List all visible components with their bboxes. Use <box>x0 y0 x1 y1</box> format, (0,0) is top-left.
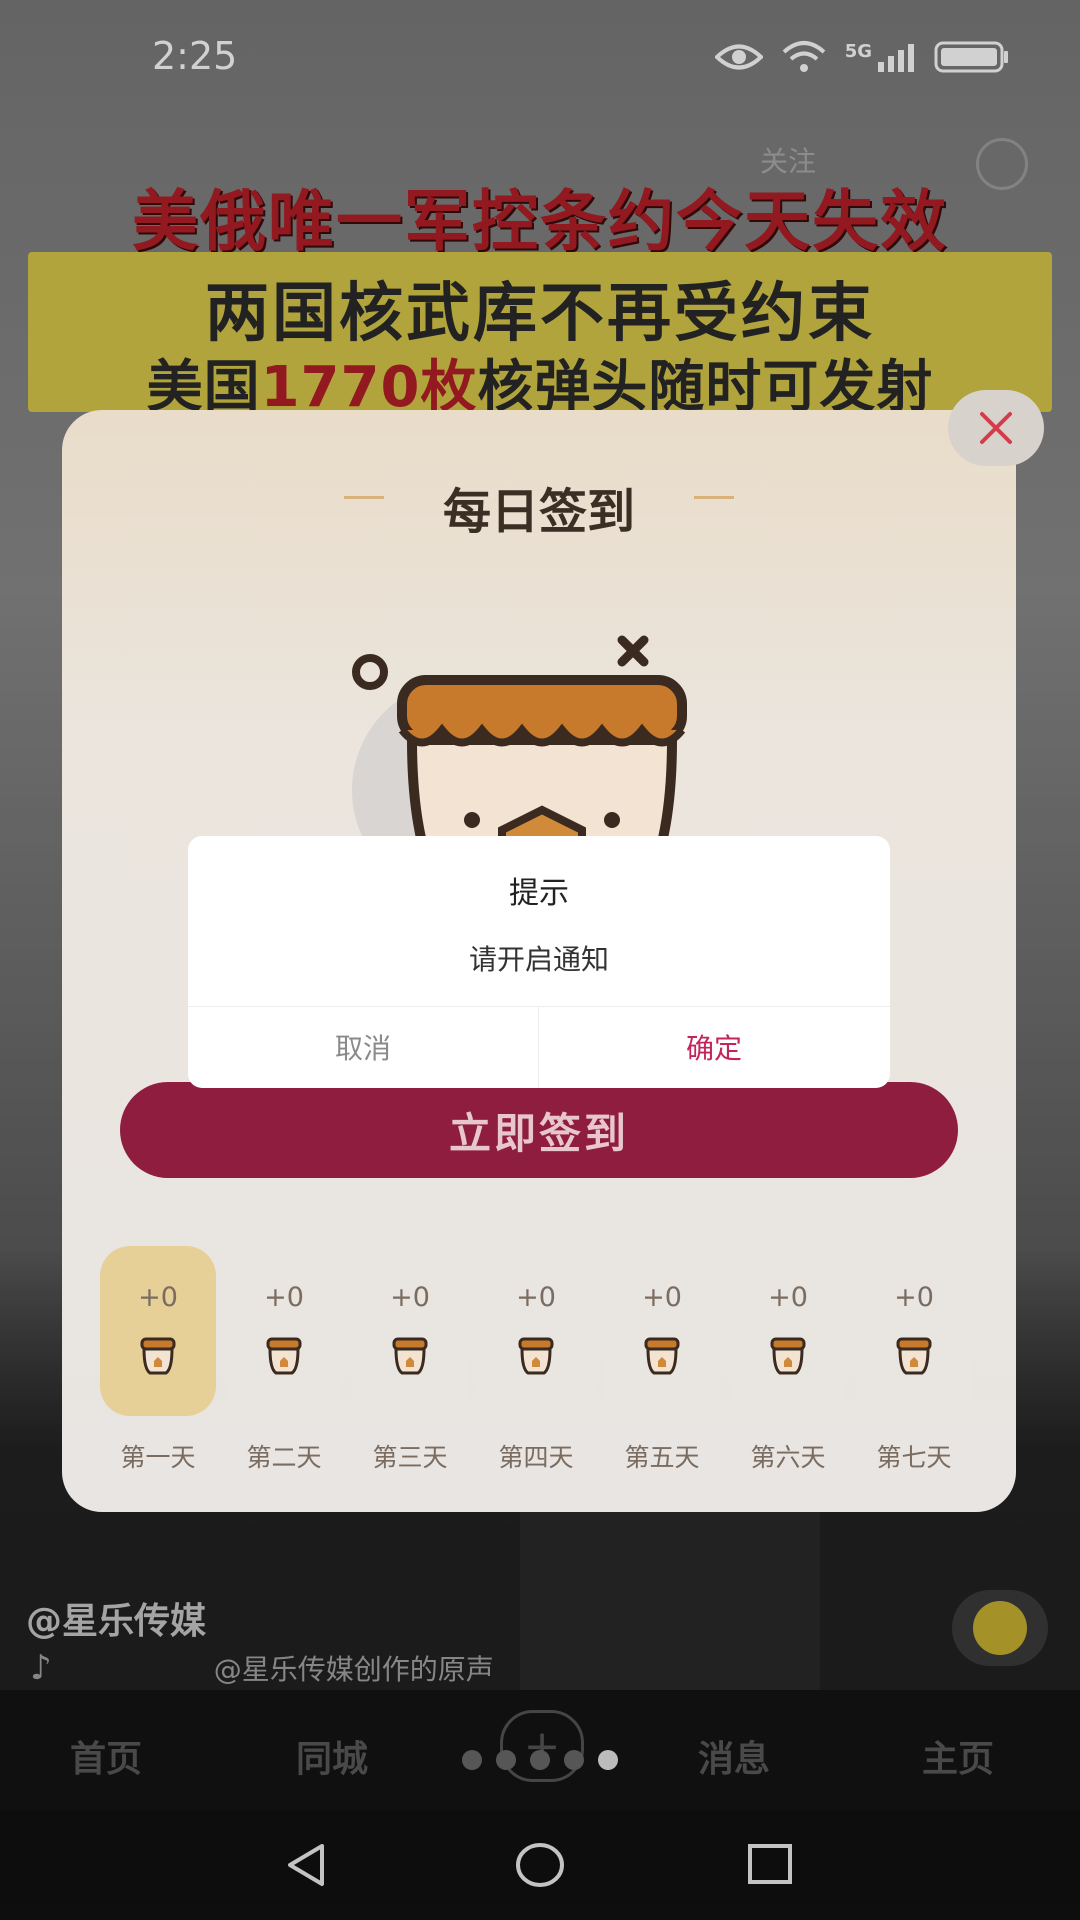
day-cell-5[interactable]: +0 第五天 <box>604 1246 720 1474</box>
day-box: +0 <box>730 1246 846 1416</box>
day-cell-4[interactable]: +0 第四天 <box>478 1246 594 1474</box>
day-box: +0 <box>100 1246 216 1416</box>
day-label: 第六天 <box>750 1443 826 1472</box>
checkin-title: 每日签到 <box>442 484 635 540</box>
day-label: 第一天 <box>120 1443 196 1472</box>
honey-jar-icon <box>644 1337 680 1375</box>
notification-prompt-dialog: 提示 请开启通知 取消 确定 <box>188 836 890 1088</box>
day-cell-7[interactable]: +0 第七天 <box>856 1246 972 1474</box>
close-icon <box>980 412 1012 444</box>
day-box: +0 <box>226 1246 342 1416</box>
day-label: 第七天 <box>876 1443 952 1472</box>
dialog-title: 提示 <box>509 876 569 911</box>
day-cell-3[interactable]: +0 第三天 <box>352 1246 468 1474</box>
cancel-button[interactable]: 取消 <box>188 1006 538 1088</box>
close-button[interactable] <box>948 390 1044 466</box>
day-label: 第二天 <box>246 1443 322 1472</box>
day-points: +0 <box>768 1282 808 1313</box>
checkin-button[interactable]: 立即签到 <box>120 1082 958 1178</box>
honey-jar-icon <box>896 1337 932 1375</box>
dialog-message: 请开启通知 <box>468 943 609 976</box>
honey-jar-icon <box>518 1337 554 1375</box>
day-cell-1[interactable]: +0 第一天 <box>100 1246 216 1474</box>
day-box: +0 <box>352 1246 468 1416</box>
day-points: +0 <box>894 1282 934 1313</box>
day-points: +0 <box>516 1282 556 1313</box>
day-label: 第四天 <box>498 1443 574 1472</box>
day-label: 第五天 <box>624 1443 700 1472</box>
day-points: +0 <box>642 1282 682 1313</box>
honey-jar-icon <box>266 1337 302 1375</box>
day-cell-2[interactable]: +0 第二天 <box>226 1246 342 1474</box>
honey-jar-icon <box>770 1337 806 1375</box>
day-cell-6[interactable]: +0 第六天 <box>730 1246 846 1474</box>
day-box: +0 <box>604 1246 720 1416</box>
title-decoration-right <box>694 496 734 499</box>
honey-jar-icon <box>392 1337 428 1375</box>
day-points: +0 <box>264 1282 304 1313</box>
checkin-days: +0 第一天 +0 第二天 +0 第三天 +0 第四天 +0 第五天 +0 第六… <box>100 1246 980 1472</box>
day-label: 第三天 <box>372 1443 448 1472</box>
honey-jar-icon <box>140 1337 176 1375</box>
day-box: +0 <box>856 1246 972 1416</box>
day-box: +0 <box>478 1246 594 1416</box>
day-points: +0 <box>138 1282 178 1313</box>
confirm-button[interactable]: 确定 <box>539 1006 889 1088</box>
day-points: +0 <box>390 1282 430 1313</box>
